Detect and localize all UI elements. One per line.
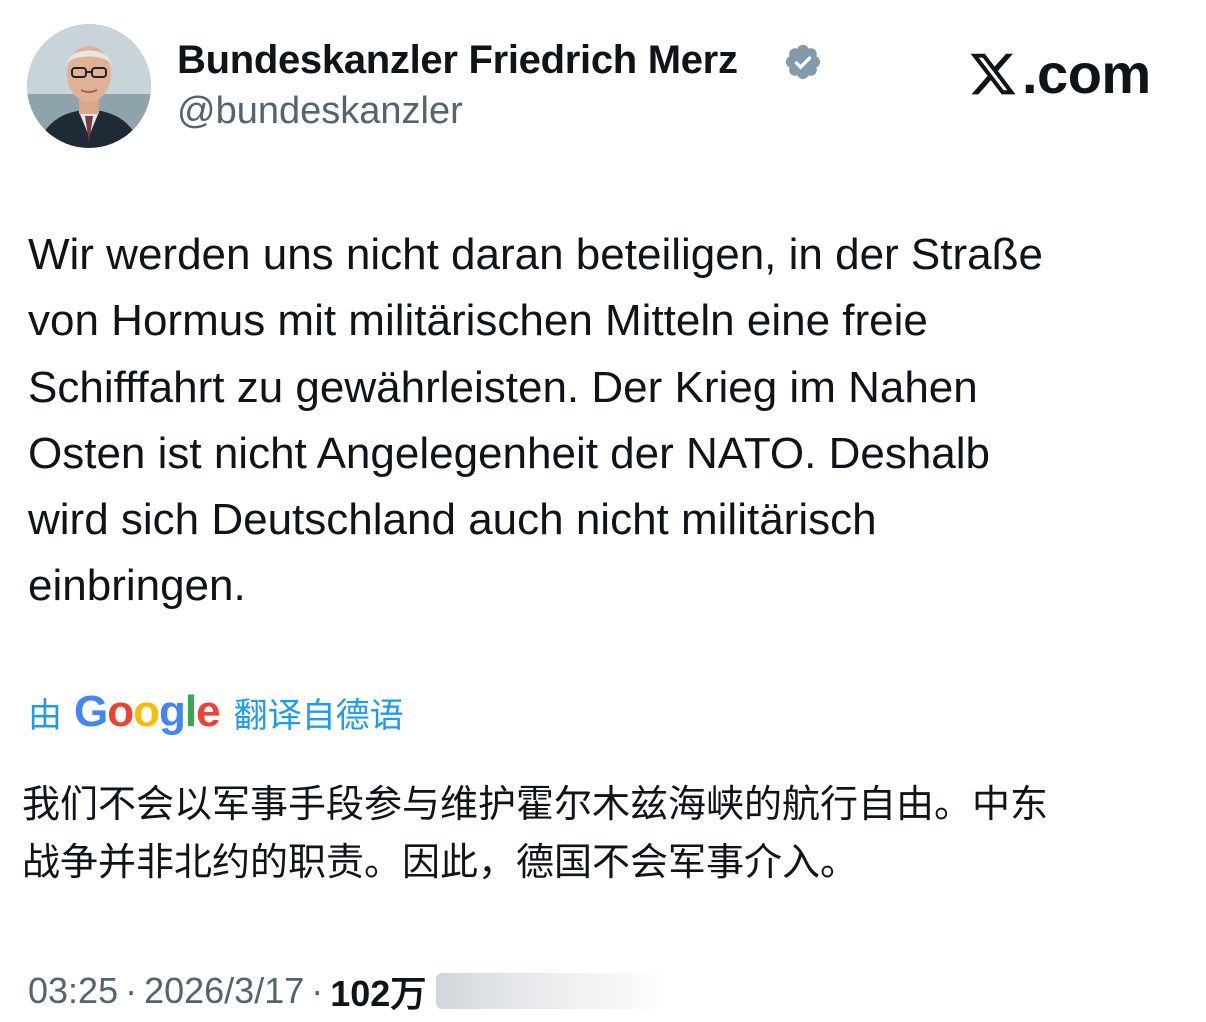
tweet-line: wird sich Deutschland auch nicht militär…	[28, 495, 877, 545]
avatar[interactable]	[27, 24, 151, 148]
tweet-line: Schifffahrt zu gewährleisten. Der Krieg …	[28, 362, 978, 412]
tweet-time[interactable]: 03:25	[28, 970, 118, 1012]
author-name[interactable]: Bundeskanzler Friedrich Merz	[177, 38, 738, 83]
tweet-line: Osten ist nicht Angelegenheit der NATO. …	[28, 428, 991, 478]
tweet-line: von Hormus mit militärischen Mitteln ein…	[28, 296, 928, 346]
google-logo: Google	[74, 687, 221, 736]
separator: ·	[125, 970, 138, 1011]
brand-domain: .com	[1022, 42, 1151, 105]
translated-line: 战争并非北约的职责。因此，德国不会军事介入。	[22, 842, 859, 884]
tweet-text: Wir werden uns nicht daran beteiligen, i…	[28, 222, 1168, 620]
x-logo-icon	[970, 53, 1016, 95]
tweet-line: Wir werden uns nicht daran beteiligen, i…	[28, 230, 1043, 279]
verified-badge-icon	[785, 44, 821, 80]
separator: ·	[311, 970, 324, 1011]
translation-prefix: 由	[28, 696, 62, 735]
blurred-watermark	[436, 973, 667, 1009]
tweet-date[interactable]: 2026/3/17	[144, 970, 304, 1012]
translated-line: 我们不会以军事手段参与维护霍尔木兹海峡的航行自由。中东	[22, 784, 1049, 826]
author-handle[interactable]: @bundeskanzler	[177, 90, 463, 133]
x-com-logo: .com	[968, 42, 1151, 106]
translation-attribution[interactable]: 由 Google 翻译自德语	[28, 686, 404, 738]
translated-text: 我们不会以军事手段参与维护霍尔木兹海峡的航行自由。中东 战争并非北约的职责。因此…	[22, 776, 1182, 892]
avatar-portrait-image	[27, 24, 151, 148]
translation-suffix: 翻译自德语	[233, 696, 404, 735]
tweet-metadata: 03:25 · 2026/3/17 · 102万	[28, 965, 667, 1017]
view-count[interactable]: 102万	[330, 965, 426, 1017]
tweet-line: einbringen.	[28, 561, 246, 611]
